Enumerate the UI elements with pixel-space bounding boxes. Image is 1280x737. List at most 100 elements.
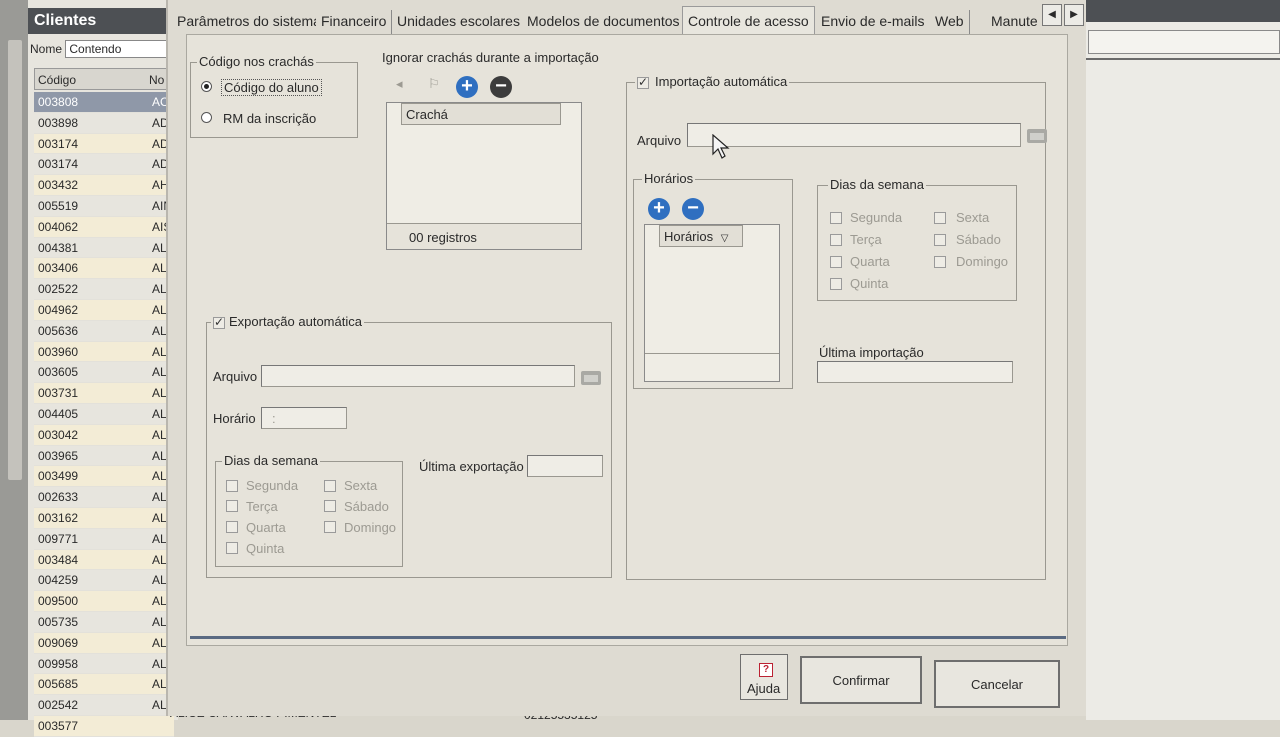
client-table-row[interactable]: 003484 ALI [34, 549, 174, 571]
client-table-row[interactable]: 003965 ALE [34, 446, 175, 467]
remove-badge-button[interactable]: − [490, 76, 512, 98]
import-checkbox-wednesday[interactable] [830, 256, 842, 268]
client-table-row[interactable]: 003898 AD [34, 113, 174, 134]
client-table-row[interactable]: 002522 ALE [34, 279, 175, 300]
client-table-row[interactable]: 009500 ALI [34, 591, 174, 612]
client-table-row[interactable]: 002633 ALE [34, 487, 175, 508]
tab-web[interactable]: Web [930, 10, 970, 34]
import-checkbox-sunday[interactable] [934, 256, 946, 268]
client-table-row[interactable]: 002542 ALI [34, 695, 174, 716]
column-header-schedules[interactable]: Horários ▽ [659, 225, 743, 247]
export-time-value: : [272, 411, 276, 426]
client-table-row[interactable]: 004962 ALE [34, 299, 175, 321]
client-table-row[interactable]: 003605 ALE [34, 362, 175, 384]
confirm-button[interactable]: Confirmar [800, 656, 922, 704]
export-friday-label: Sexta [344, 478, 378, 493]
export-checkbox-saturday[interactable] [324, 500, 336, 512]
client-table-row[interactable]: 005685 ALI [34, 674, 174, 696]
help-button[interactable]: ? Ajuda [740, 654, 788, 700]
client-table-row[interactable]: 003162 ALF [34, 507, 174, 529]
filter-icon[interactable]: ▽ [721, 233, 729, 244]
last-export-input[interactable] [527, 455, 603, 477]
client-table-row[interactable]: 003042 ALE [34, 424, 175, 446]
import-file-label: Arquivo [637, 133, 682, 148]
client-table-row[interactable]: 004381 ALE [34, 238, 175, 259]
client-code-cell: 009771 [38, 531, 79, 546]
client-table-row[interactable]: 004259 ALI [34, 570, 174, 592]
export-checkbox-thursday[interactable] [226, 542, 238, 554]
client-table-row[interactable]: 004405 ALE [34, 404, 175, 425]
client-list-scrollbar[interactable] [8, 40, 22, 480]
tab-scroll-right-button[interactable]: ▶ [1064, 4, 1084, 26]
client-table-row[interactable]: 005519 AIN [34, 196, 174, 217]
import-weekdays-group: Dias da semana Segunda Terça Quarta Quin… [817, 177, 1017, 301]
client-code-cell: 003898 [38, 115, 79, 130]
export-time-input[interactable]: : [261, 407, 347, 429]
client-code-cell: 004381 [38, 240, 79, 255]
radio-student-code[interactable] [201, 81, 212, 92]
client-table-row[interactable]: 004062 AIS [34, 216, 174, 238]
client-table-row[interactable]: 003577 [34, 715, 174, 737]
column-header-code[interactable]: Código [38, 73, 76, 87]
column-header-name[interactable]: No [149, 73, 164, 87]
client-table-row[interactable]: 003731 ALE [34, 383, 175, 404]
auto-export-checkbox[interactable] [213, 315, 225, 329]
add-schedule-button[interactable]: + [648, 198, 670, 220]
column-header-badge[interactable]: Crachá [401, 103, 561, 125]
client-code-cell: 005636 [38, 323, 79, 338]
export-checkbox-sunday[interactable] [324, 521, 336, 533]
client-table-row[interactable]: 003960 ALE [34, 341, 175, 363]
client-table-row[interactable]: 009069 ALI [34, 632, 174, 654]
client-table-row[interactable]: 003174 AD [34, 133, 174, 155]
tab-email-sending[interactable]: Envio de e-mails [816, 10, 931, 34]
last-import-input[interactable] [817, 361, 1013, 383]
client-table-row[interactable]: 003406 ALE [34, 258, 175, 280]
ignored-badges-grid[interactable]: Crachá 00 registros [386, 102, 582, 250]
client-table-row[interactable]: 005636 ALE [34, 321, 175, 342]
export-checkbox-tuesday[interactable] [226, 500, 238, 512]
radio-enrollment-rm[interactable] [201, 112, 212, 123]
import-file-input[interactable] [687, 123, 1021, 147]
import-checkbox-friday[interactable] [934, 212, 946, 224]
tab-system-parameters[interactable]: Parâmetros do sistema [172, 10, 327, 34]
client-code-cell: 009958 [38, 656, 79, 671]
export-checkbox-monday[interactable] [226, 480, 238, 492]
schedules-grid[interactable]: Horários ▽ [644, 224, 780, 382]
client-table-row[interactable]: 009958 ALI [34, 654, 174, 675]
last-export-label: Última exportação [419, 459, 524, 474]
client-table-row[interactable]: 003808 AC [34, 92, 174, 113]
export-file-input[interactable] [261, 365, 575, 387]
client-table-row[interactable]: 003432 AH [34, 175, 174, 196]
tab-access-control[interactable]: Controle de acesso [682, 6, 815, 36]
add-badge-button[interactable]: + [456, 76, 478, 98]
import-checkbox-tuesday[interactable] [830, 234, 842, 246]
tab-school-units[interactable]: Unidades escolares [392, 10, 526, 34]
tab-scroll-left-button[interactable]: ◀ [1042, 4, 1062, 26]
export-checkbox-friday[interactable] [324, 480, 336, 492]
export-checkbox-wednesday[interactable] [226, 521, 238, 533]
client-table-row[interactable]: 009771 ALI [34, 529, 174, 550]
auto-export-label[interactable]: Exportação automática [229, 314, 362, 329]
tab-financial[interactable]: Financeiro [316, 10, 393, 34]
import-checkbox-saturday[interactable] [934, 234, 946, 246]
tab-document-templates[interactable]: Modelos de documentos [522, 10, 686, 34]
import-checkbox-monday[interactable] [830, 212, 842, 224]
client-code-cell: 003406 [38, 261, 79, 276]
radio-enrollment-rm-label[interactable]: RM da inscrição [223, 111, 316, 126]
client-table-row[interactable]: 003174 AD [34, 154, 174, 176]
radio-student-code-label[interactable]: Código do aluno [221, 79, 322, 96]
import-folder-icon[interactable] [1027, 129, 1047, 143]
cancel-button[interactable]: Cancelar [934, 660, 1060, 708]
tab-maintenance[interactable]: Manute [986, 10, 1043, 34]
client-table-row[interactable]: 005735 ALI [34, 612, 174, 633]
client-code-cell: 003605 [38, 365, 79, 380]
export-file-label: Arquivo [213, 369, 258, 384]
auto-import-checkbox[interactable] [637, 75, 649, 89]
export-folder-icon[interactable] [581, 371, 601, 385]
remove-schedule-button[interactable]: − [682, 198, 704, 220]
export-sunday-label: Domingo [344, 520, 397, 535]
client-filter-mode[interactable]: Contendo [65, 40, 176, 58]
import-checkbox-thursday[interactable] [830, 278, 842, 290]
auto-import-label[interactable]: Importação automática [655, 74, 787, 89]
client-table-row[interactable]: 003499 ALE [34, 466, 175, 488]
